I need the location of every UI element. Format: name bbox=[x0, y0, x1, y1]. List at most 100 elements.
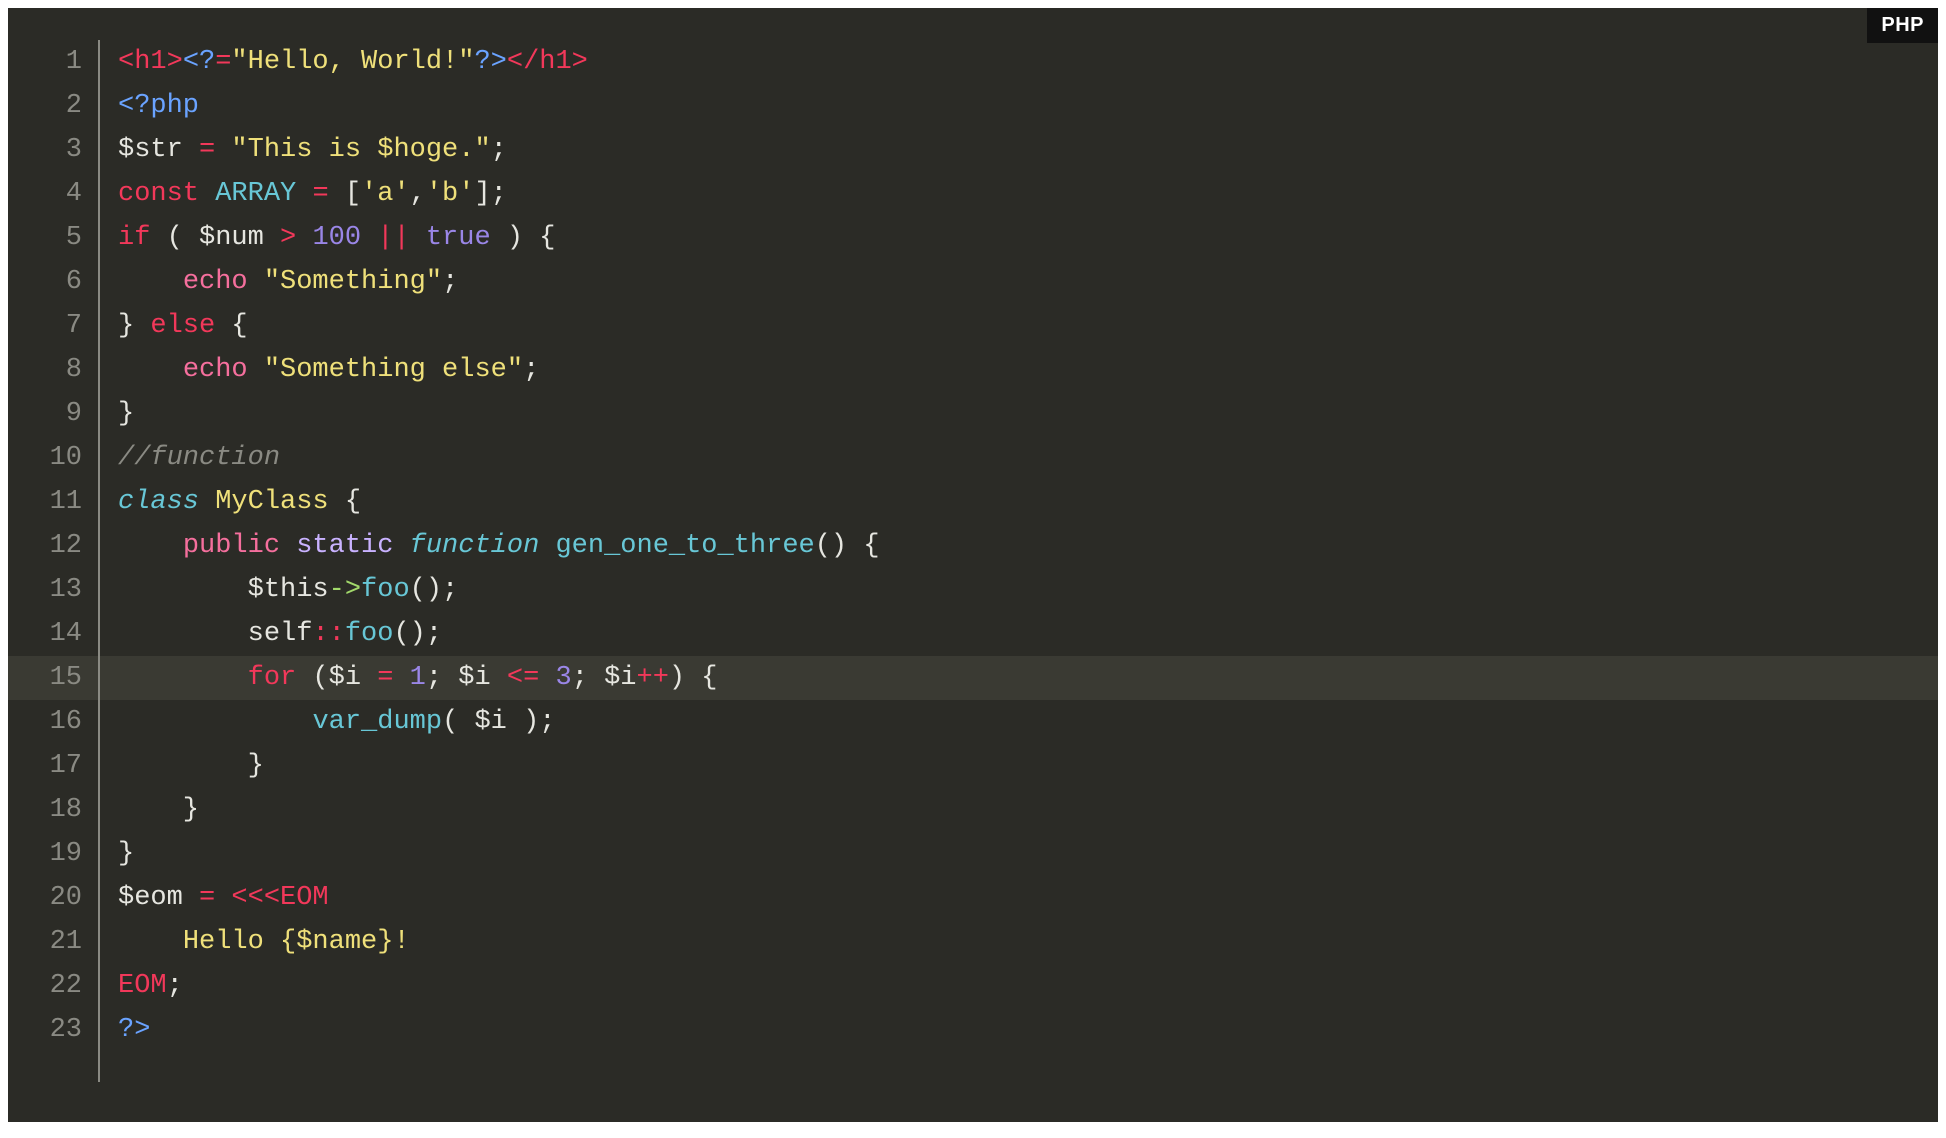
code-token: ARRAY bbox=[215, 179, 296, 209]
line-number: 21 bbox=[36, 920, 82, 964]
code-token bbox=[199, 179, 215, 209]
code-token: = bbox=[377, 663, 393, 693]
line-number-gutter: 1234567891011121314151617181920212223 bbox=[36, 40, 100, 1082]
code-token: public bbox=[183, 531, 280, 561]
code-line[interactable]: //function bbox=[100, 436, 1910, 480]
code-line[interactable]: public static function gen_one_to_three(… bbox=[100, 524, 1910, 568]
line-number: 2 bbox=[36, 84, 82, 128]
code-token: } bbox=[118, 399, 134, 429]
code-token: ; bbox=[523, 355, 539, 385]
code-token: } bbox=[118, 311, 150, 341]
line-number: 5 bbox=[36, 216, 82, 260]
code-token bbox=[296, 223, 312, 253]
code-token: ; $i bbox=[426, 663, 507, 693]
code-token: <<< bbox=[231, 883, 280, 913]
code-token: class bbox=[118, 487, 199, 517]
code-token: 1 bbox=[410, 663, 426, 693]
code-token: static bbox=[296, 531, 393, 561]
code-line[interactable]: $this->foo(); bbox=[100, 568, 1910, 612]
language-badge: PHP bbox=[1867, 8, 1938, 43]
code-token: } bbox=[118, 839, 134, 869]
code-token bbox=[215, 135, 231, 165]
code-line[interactable]: ?> bbox=[100, 1008, 1910, 1052]
line-number: 14 bbox=[36, 612, 82, 656]
code-token: -> bbox=[329, 575, 361, 605]
code-token: 100 bbox=[312, 223, 361, 253]
line-number: 4 bbox=[36, 172, 82, 216]
line-number: 3 bbox=[36, 128, 82, 172]
code-token: ]; bbox=[474, 179, 506, 209]
line-number: 12 bbox=[36, 524, 82, 568]
code-token: || bbox=[377, 223, 409, 253]
code-line[interactable]: for ($i = 1; $i <= 3; $i++) { bbox=[100, 656, 1910, 700]
code-line[interactable]: Hello {$name}! bbox=[100, 920, 1910, 964]
code-token bbox=[118, 663, 248, 693]
code-line[interactable]: $str = "This is $hoge."; bbox=[100, 128, 1910, 172]
code-token: ?> bbox=[474, 47, 506, 77]
code-token: gen_one_to_three bbox=[555, 531, 814, 561]
code-line[interactable]: $eom = <<<EOM bbox=[100, 876, 1910, 920]
code-line[interactable]: <h1><?="Hello, World!"?></h1> bbox=[100, 40, 1910, 84]
code-token bbox=[118, 927, 183, 957]
code-line[interactable]: const ARRAY = ['a','b']; bbox=[100, 172, 1910, 216]
code-token: "Something" bbox=[264, 267, 442, 297]
code-token bbox=[248, 355, 264, 385]
code-token: [ bbox=[329, 179, 361, 209]
code-token: = bbox=[312, 179, 328, 209]
code-token: 'a' bbox=[361, 179, 410, 209]
code-token: echo bbox=[183, 355, 248, 385]
code-token: EOM bbox=[118, 971, 167, 1001]
code-line[interactable]: var_dump( $i ); bbox=[100, 700, 1910, 744]
code-token: } bbox=[118, 795, 199, 825]
line-number: 19 bbox=[36, 832, 82, 876]
line-number: 6 bbox=[36, 260, 82, 304]
code-line[interactable]: } bbox=[100, 744, 1910, 788]
code-token: self bbox=[118, 619, 312, 649]
code-token: > bbox=[280, 223, 296, 253]
code-token: <= bbox=[507, 663, 539, 693]
code-line[interactable]: if ( $num > 100 || true ) { bbox=[100, 216, 1910, 260]
line-number: 9 bbox=[36, 392, 82, 436]
code-line[interactable]: EOM; bbox=[100, 964, 1910, 1008]
code-editor[interactable]: 1234567891011121314151617181920212223 <h… bbox=[8, 8, 1938, 1122]
code-token: , bbox=[410, 179, 426, 209]
code-token: Hello {$name}! bbox=[183, 927, 410, 957]
code-token bbox=[118, 531, 183, 561]
code-line[interactable]: <?php bbox=[100, 84, 1910, 128]
code-token: EOM bbox=[280, 883, 329, 913]
code-token: //function bbox=[118, 443, 280, 473]
line-number: 11 bbox=[36, 480, 82, 524]
line-number: 15 bbox=[36, 656, 82, 700]
code-token bbox=[215, 883, 231, 913]
line-number: 10 bbox=[36, 436, 82, 480]
code-token bbox=[539, 531, 555, 561]
line-number: 1 bbox=[36, 40, 82, 84]
code-line[interactable]: } bbox=[100, 788, 1910, 832]
code-token: else bbox=[150, 311, 215, 341]
line-number: 18 bbox=[36, 788, 82, 832]
code-editor-frame: PHP 123456789101112131415161718192021222… bbox=[8, 8, 1938, 1122]
code-token bbox=[118, 355, 183, 385]
code-token: "Hello, World!" bbox=[231, 47, 474, 77]
code-token: ) { bbox=[669, 663, 718, 693]
code-token: var_dump bbox=[312, 707, 442, 737]
code-line[interactable]: self::foo(); bbox=[100, 612, 1910, 656]
code-line[interactable]: } bbox=[100, 832, 1910, 876]
code-token: $eom bbox=[118, 883, 199, 913]
code-token: ) { bbox=[491, 223, 556, 253]
code-token: </h1> bbox=[507, 47, 588, 77]
code-token: ( $i ); bbox=[442, 707, 555, 737]
code-content[interactable]: <h1><?="Hello, World!"?></h1><?php$str =… bbox=[100, 40, 1910, 1082]
code-line[interactable]: } bbox=[100, 392, 1910, 436]
code-line[interactable]: echo "Something"; bbox=[100, 260, 1910, 304]
code-token: true bbox=[426, 223, 491, 253]
code-token: function bbox=[410, 531, 540, 561]
code-token: echo bbox=[183, 267, 248, 297]
code-line[interactable]: echo "Something else"; bbox=[100, 348, 1910, 392]
code-token bbox=[393, 663, 409, 693]
code-token: ($i bbox=[296, 663, 377, 693]
code-line[interactable]: } else { bbox=[100, 304, 1910, 348]
code-line[interactable]: class MyClass { bbox=[100, 480, 1910, 524]
code-token: = bbox=[199, 883, 215, 913]
code-token bbox=[296, 179, 312, 209]
